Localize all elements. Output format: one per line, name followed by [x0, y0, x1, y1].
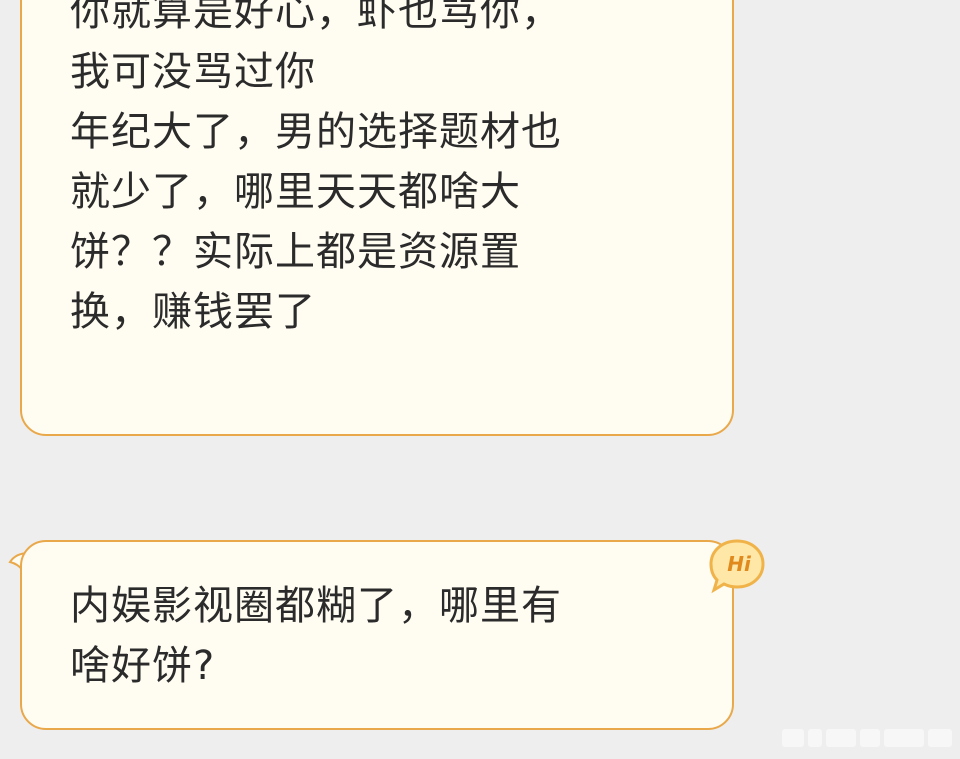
- chat-screen: { "messages": [ { "partial_top": "浏", "t…: [0, 0, 960, 759]
- hi-badge-label: Hi: [727, 552, 751, 576]
- message-text: 你就算是好心，虾也骂你， 我可没骂过你 年纪大了，男的选择题材也 就少了，哪里天…: [70, 0, 562, 335]
- watermark: [782, 729, 952, 751]
- message-bubble[interactable]: 浏 你就算是好心，虾也骂你， 我可没骂过你 年纪大了，男的选择题材也 就少了，哪…: [20, 0, 734, 436]
- message-bubble[interactable]: 内娱影视圈都糊了，哪里有 啥好饼?: [20, 540, 734, 730]
- message-text: 内娱影视圈都糊了，哪里有 啥好饼?: [70, 583, 562, 689]
